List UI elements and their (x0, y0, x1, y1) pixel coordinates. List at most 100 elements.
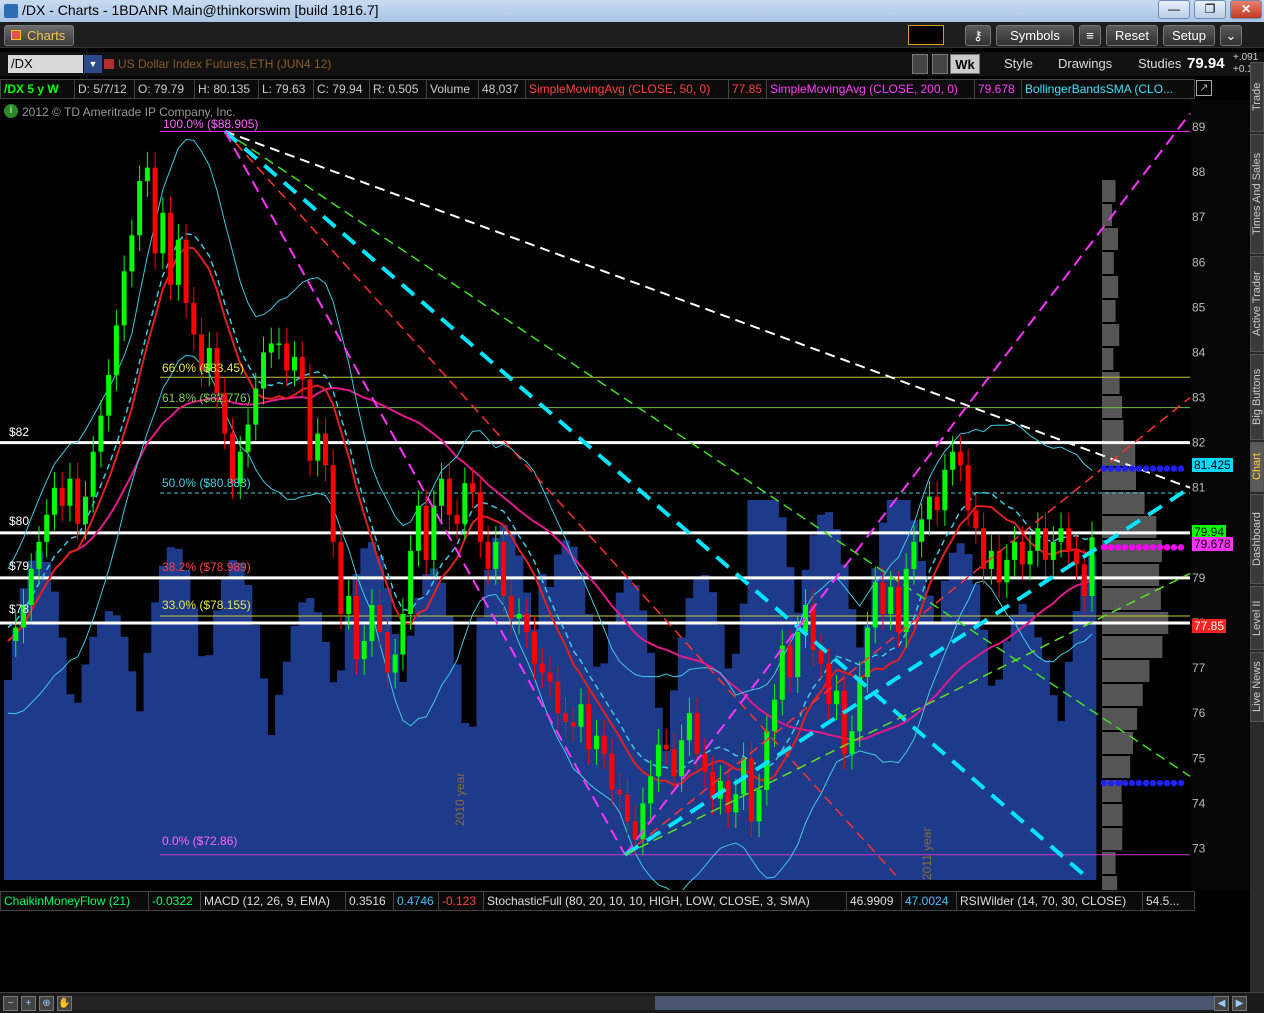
volume-profile-bar (1102, 252, 1114, 274)
key-icon[interactable]: ⚷ (965, 25, 991, 46)
volume-bar (4, 680, 12, 880)
chevron-down-icon[interactable]: ⌄ (1220, 25, 1242, 46)
volume-profile-bar (1102, 684, 1143, 706)
nav-big-buttons[interactable]: Big Buttons (1250, 354, 1264, 440)
volume-profile-bar (1102, 756, 1130, 778)
zoom-in-icon[interactable]: + (21, 996, 36, 1011)
link-icon[interactable] (104, 59, 114, 69)
candle-body (1090, 537, 1095, 596)
projection-dot (1143, 544, 1149, 550)
candle-body (362, 641, 367, 659)
projection-dot (1115, 544, 1121, 550)
nav-active-trader[interactable]: Active Trader (1250, 256, 1264, 352)
candle-body (439, 479, 444, 506)
nav-level-ii[interactable]: Level II (1250, 586, 1264, 650)
volume-bar (12, 630, 20, 880)
info-icon[interactable]: i (4, 104, 18, 118)
volume-bar (476, 617, 484, 880)
maximize-button[interactable]: ❐ (1194, 0, 1226, 19)
candle-body (772, 700, 777, 732)
style-button[interactable]: Style (1004, 54, 1033, 74)
expand-icon[interactable]: ↗ (1196, 80, 1212, 96)
candle-body (369, 605, 374, 641)
menu-icon[interactable]: ≡ (1079, 25, 1101, 46)
candle-body (671, 749, 676, 776)
candle-body (1043, 528, 1048, 560)
candle-body (865, 628, 870, 678)
wrench-icon[interactable] (932, 54, 948, 74)
symbol-input[interactable]: /DX (8, 55, 83, 73)
drawings-button[interactable]: Drawings (1058, 54, 1112, 74)
zoom-out-icon[interactable]: − (3, 996, 18, 1011)
candle-body (927, 497, 932, 520)
candle-body (633, 821, 638, 839)
volume-bar (120, 637, 128, 880)
nav-chart[interactable]: Chart (1250, 442, 1264, 492)
color-swatch[interactable] (908, 25, 944, 45)
projection-dot (1157, 780, 1163, 786)
projection-dot (1136, 780, 1142, 786)
fib-618-label: 61.8% ($82.776) (162, 391, 251, 405)
candle-body (176, 240, 181, 285)
candle-body (679, 740, 684, 776)
cursor-icon[interactable] (912, 54, 928, 74)
candle-body (323, 434, 328, 466)
projection-dot (1108, 544, 1114, 550)
pan-hand-icon[interactable]: ✋ (57, 996, 72, 1011)
right-side-nav: Trade Times And Sales Active Trader Big … (1250, 62, 1264, 992)
volume-bar (1080, 574, 1088, 880)
volume-bar (89, 637, 97, 880)
volume-value: 48,037 (479, 80, 526, 98)
volume-bar (113, 615, 121, 880)
candle-body (540, 664, 545, 673)
scroll-left-icon[interactable]: ◀ (1214, 996, 1229, 1011)
candle-body (950, 452, 955, 470)
candle-body (780, 646, 785, 700)
symbols-button[interactable]: Symbols (996, 25, 1074, 46)
candle-body (261, 352, 266, 388)
fib-0-label: 0.0% ($72.86) (162, 834, 237, 848)
volume-bar (1065, 662, 1073, 880)
volume-bar (252, 625, 260, 880)
close-button[interactable]: ✕ (1230, 0, 1262, 19)
candle-body (757, 790, 762, 822)
y-axis-label: 75 (1192, 751, 1206, 765)
candle-body (246, 425, 251, 452)
volume-profile-bar (1102, 180, 1116, 202)
stochastic-k-value: 46.9909 (847, 892, 902, 910)
projection-dot (1150, 780, 1156, 786)
candle-body (826, 664, 831, 705)
cmf-value: -0.0322 (149, 892, 201, 910)
price-chart[interactable]: 8988878685848382818079787776757473100%50… (0, 100, 1250, 890)
symbol-dropdown-icon[interactable]: ▼ (84, 55, 102, 73)
scroll-thumb[interactable] (655, 996, 1215, 1010)
horizontal-scrollbar[interactable] (72, 996, 1212, 1010)
candle-body (1059, 528, 1064, 542)
zoom-box-icon[interactable]: ⊕ (39, 996, 54, 1011)
tab-charts[interactable]: Charts (4, 25, 74, 46)
candle-body (935, 497, 940, 511)
volume-bar (1003, 641, 1011, 880)
candle-body (1051, 542, 1056, 560)
nav-trade[interactable]: Trade (1250, 62, 1264, 132)
candle-body (168, 213, 173, 285)
candle-body (354, 596, 359, 659)
volume-bar (298, 602, 306, 880)
studies-button[interactable]: Studies (1138, 54, 1181, 74)
setup-button[interactable]: Setup (1163, 25, 1215, 46)
minimize-button[interactable]: — (1158, 0, 1190, 19)
volume-bar (159, 566, 167, 880)
quote-low: L: 79.63 (259, 80, 314, 98)
candle-body (664, 745, 669, 750)
sma50-price-box: 77.85 (1192, 619, 1226, 633)
candle-body (695, 713, 700, 754)
nav-live-news[interactable]: Live News (1250, 652, 1264, 722)
projection-dot (1129, 465, 1135, 471)
scroll-right-icon[interactable]: ▶ (1232, 996, 1247, 1011)
volume-profile-bar (1102, 852, 1116, 874)
candle-body (919, 519, 924, 542)
aggregation-button[interactable]: Wk (950, 54, 980, 74)
nav-times-and-sales[interactable]: Times And Sales (1250, 134, 1264, 254)
reset-button[interactable]: Reset (1106, 25, 1158, 46)
nav-dashboard[interactable]: Dashboard (1250, 494, 1264, 584)
